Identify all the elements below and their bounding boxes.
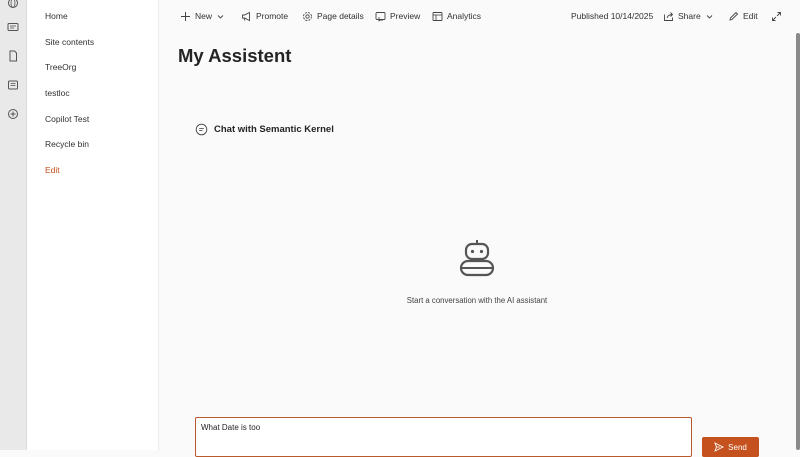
analytics-icon (432, 11, 443, 21)
chat-header: Chat with Semantic Kernel (195, 123, 334, 136)
page-details-label: Page details (317, 11, 364, 21)
empty-state-message: Start a conversation with the AI assista… (406, 296, 548, 305)
new-button[interactable]: New (180, 7, 224, 25)
promote-label: Promote (256, 11, 289, 21)
card-icon[interactable] (5, 19, 21, 35)
gear-icon (303, 11, 312, 21)
page-title: My Assistent (178, 45, 292, 66)
new-label: New (195, 11, 213, 21)
nav-item-copilot-test[interactable]: Copilot Test (45, 114, 89, 124)
chat-header-title: Chat with Semantic Kernel (214, 124, 334, 135)
nav-item-testloc[interactable]: testloc (45, 88, 70, 98)
bot-icon (459, 240, 495, 277)
megaphone-icon (242, 11, 250, 21)
add-circle-icon[interactable] (5, 106, 21, 122)
plus-icon (181, 11, 190, 21)
chat-message-input[interactable] (195, 417, 692, 457)
chevron-down-icon (706, 14, 713, 19)
expand-icon (772, 11, 781, 21)
chevron-down-icon (217, 14, 224, 19)
analytics-label: Analytics (447, 11, 482, 21)
share-label: Share (678, 11, 701, 21)
expand-button[interactable] (771, 7, 786, 25)
published-status: Published 10/14/2025 (571, 11, 654, 21)
site-navigation: Home Site contents TreeOrg testloc Copil… (27, 0, 159, 450)
chat-bubble-icon (195, 123, 208, 136)
share-icon (664, 11, 674, 21)
scrollbar-thumb[interactable] (796, 33, 800, 450)
nav-item-recycle-bin[interactable]: Recycle bin (45, 139, 89, 149)
app-rail (0, 0, 27, 450)
pencil-icon (729, 11, 739, 21)
share-button[interactable]: Share (663, 7, 713, 25)
page-details-button[interactable]: Page details (302, 7, 364, 25)
send-button[interactable]: Send (702, 437, 759, 457)
send-icon (714, 442, 725, 452)
nav-edit-link[interactable]: Edit (45, 165, 60, 175)
nav-item-treeorg[interactable]: TreeOrg (45, 62, 76, 72)
document-icon[interactable] (5, 48, 21, 64)
send-label: Send (728, 442, 747, 452)
edit-label: Edit (743, 11, 758, 21)
edit-button[interactable]: Edit (728, 7, 758, 25)
preview-label: Preview (390, 11, 421, 21)
preview-button[interactable]: Preview (375, 7, 420, 25)
analytics-button[interactable]: Analytics (432, 7, 481, 25)
promote-button[interactable]: Promote (241, 7, 288, 25)
nav-item-home[interactable]: Home (45, 11, 68, 21)
globe-icon[interactable] (5, 0, 21, 11)
news-icon[interactable] (5, 77, 21, 93)
nav-item-site-contents[interactable]: Site contents (45, 37, 94, 47)
preview-icon (375, 11, 386, 22)
